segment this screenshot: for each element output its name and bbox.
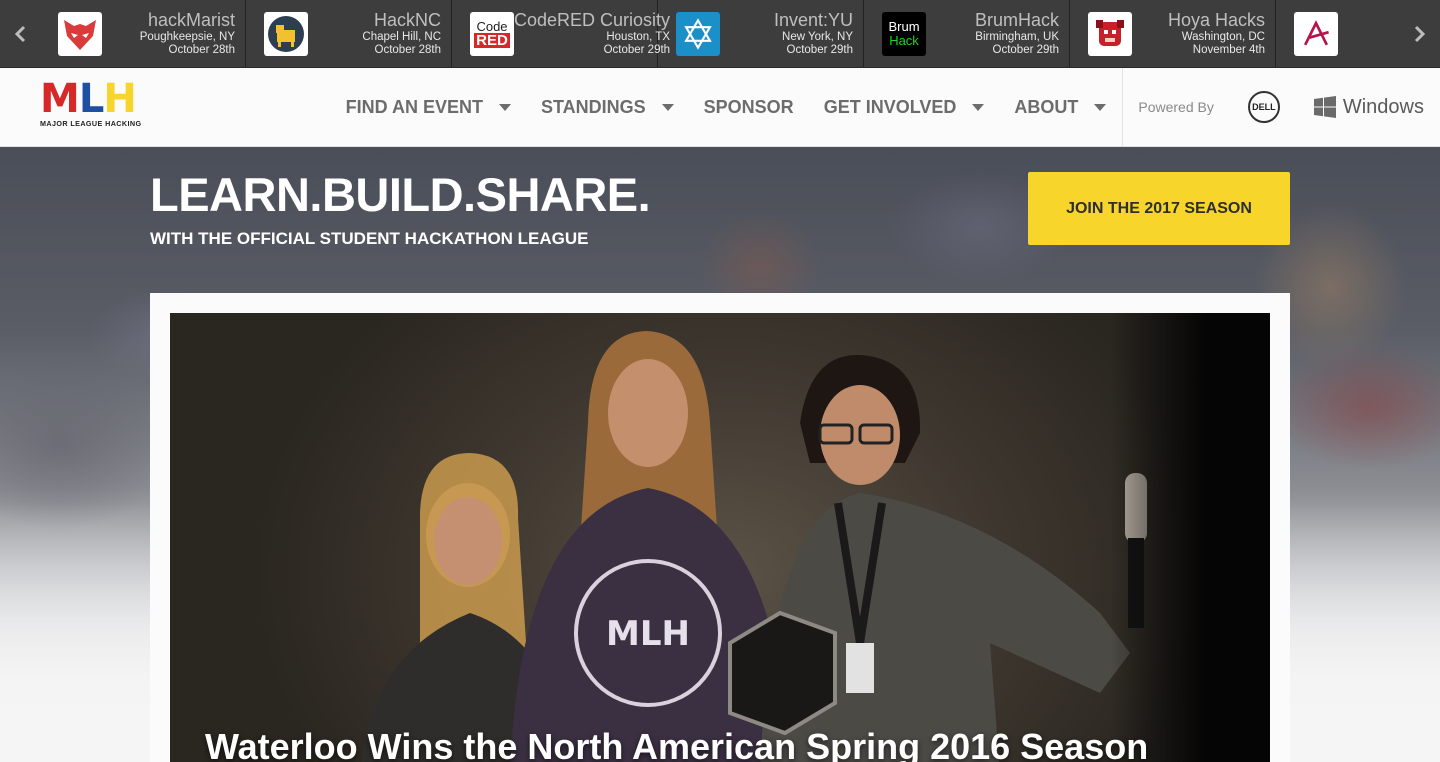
dell-logo-icon[interactable]: DELL [1247, 91, 1280, 123]
windows-label: Windows [1342, 95, 1424, 118]
nav-menu: FIND AN EVENT STANDINGS SPONSOR GET INVO… [331, 68, 1440, 146]
nav-item-sponsor[interactable]: SPONSOR [689, 97, 809, 118]
sponsor-strip: Powered By DELL Windows [1122, 68, 1440, 146]
event-card[interactable]: HackNC Chapel Hill, NC October 28th [246, 0, 452, 67]
codered-logo-top: Code [476, 18, 508, 34]
mlh-logo[interactable]: M L H MAJOR LEAGUE HACKING [40, 76, 152, 132]
codered-logo-bottom: RED [474, 31, 510, 49]
event-location: Poughkeepsie, NY [139, 30, 235, 43]
featured-card: MLH Waterloo Wins the North American Spr… [150, 293, 1290, 762]
event-date: October 28th [374, 43, 441, 56]
event-name: Invent:YU [773, 9, 853, 30]
windows-icon [1313, 96, 1336, 118]
nav-item-standings[interactable]: STANDINGS [526, 97, 689, 118]
event-card[interactable] [1276, 0, 1346, 67]
featured-shadow [1110, 313, 1270, 762]
event-card[interactable]: Code RED CodeRED Curiosity Houston, TX O… [452, 0, 670, 67]
event-date: October 29th [786, 43, 853, 56]
logo-letter-l: L [78, 76, 104, 122]
ram-icon [264, 11, 308, 56]
logo-letter-m: M [40, 76, 80, 122]
event-name: BrumHack [974, 9, 1059, 30]
codered-icon: Code RED [470, 11, 514, 56]
event-name: Hoya Hacks [1167, 9, 1265, 30]
ticker-next-button[interactable] [1400, 0, 1440, 67]
winners-photo-icon: MLH [361, 331, 1147, 762]
logo-letters: M L H [40, 76, 152, 122]
event-date: October 29th [603, 43, 671, 56]
event-location: Chapel Hill, NC [362, 30, 441, 43]
event-date: October 28th [168, 43, 235, 56]
a-shape-icon [1294, 11, 1338, 56]
nav-item-label: SPONSOR [703, 96, 794, 117]
shirt-logo-text: MLH [606, 614, 690, 654]
featured-story-title[interactable]: Waterloo Wins the North American Spring … [205, 726, 1148, 762]
nav-item-label: GET INVOLVED [823, 96, 957, 117]
caret-down-icon [972, 103, 985, 111]
nav-item-find-an-event[interactable]: FIND AN EVENT [331, 97, 526, 118]
event-location: Houston, TX [606, 30, 671, 43]
event-list: hackMarist Poughkeepsie, NY October 28th… [40, 0, 1400, 67]
brumhack-icon: Brum Hack [882, 11, 926, 56]
star-of-david-icon [676, 11, 720, 56]
event-card[interactable]: Brum Hack BrumHack Birmingham, UK Octobe… [864, 0, 1070, 67]
chevron-right-icon [1414, 25, 1426, 42]
logo-tagline: MAJOR LEAGUE HACKING [40, 119, 142, 128]
hero-section: LEARN.BUILD.SHARE. WITH THE OFFICIAL STU… [0, 147, 1440, 762]
caret-down-icon [661, 103, 674, 111]
ticker-prev-button[interactable] [0, 0, 40, 67]
dell-logo-text: DELL [1252, 102, 1276, 112]
caret-down-icon [498, 103, 511, 111]
windows-logo[interactable]: Windows [1313, 95, 1424, 119]
featured-story-image[interactable]: MLH Waterloo Wins the North American Spr… [170, 313, 1270, 762]
brumhack-logo-top: Brum [888, 18, 920, 34]
nav-item-label: STANDINGS [540, 96, 646, 117]
logo-letter-h: H [103, 76, 136, 122]
event-card[interactable]: hackMarist Poughkeepsie, NY October 28th [40, 0, 246, 67]
caret-down-icon [1094, 103, 1107, 111]
chevron-left-icon [14, 25, 26, 42]
main-nav: M L H MAJOR LEAGUE HACKING FIND AN EVENT… [0, 68, 1440, 147]
nav-item-label: ABOUT [1014, 96, 1079, 117]
event-date: November 4th [1192, 43, 1265, 56]
event-location: Washington, DC [1181, 30, 1265, 43]
event-ticker: hackMarist Poughkeepsie, NY October 28th… [0, 0, 1440, 68]
nav-item-get-involved[interactable]: GET INVOLVED [809, 97, 1000, 118]
event-card[interactable]: Invent:YU New York, NY October 29th [658, 0, 864, 67]
event-location: New York, NY [782, 30, 853, 43]
powered-by-label: Powered By [1138, 99, 1214, 115]
event-location: Birmingham, UK [975, 30, 1059, 43]
nav-item-about[interactable]: ABOUT [999, 97, 1122, 118]
event-name: HackNC [373, 9, 441, 30]
hero-title: LEARN.BUILD.SHARE. [150, 168, 651, 221]
event-date: October 29th [992, 43, 1059, 56]
join-season-button[interactable]: JOIN THE 2017 SEASON [1028, 172, 1290, 245]
event-card[interactable]: Hoya Hacks Washington, DC November 4th [1070, 0, 1276, 67]
bulldog-icon [1088, 11, 1132, 56]
hero-subtitle: WITH THE OFFICIAL STUDENT HACKATHON LEAG… [150, 229, 589, 248]
brumhack-logo-bottom: Hack [889, 32, 919, 48]
event-name: hackMarist [147, 9, 235, 30]
nav-item-label: FIND AN EVENT [345, 96, 483, 117]
event-name: CodeRED Curiosity [514, 9, 671, 30]
fox-mask-icon [58, 11, 102, 56]
